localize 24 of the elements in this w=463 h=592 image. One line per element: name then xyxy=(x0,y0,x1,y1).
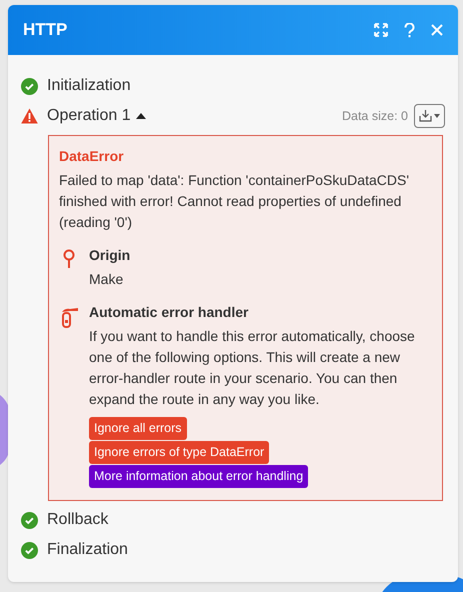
data-size-label: Data size: 0 xyxy=(342,108,408,125)
step-label: Initialization xyxy=(47,76,131,96)
close-icon[interactable] xyxy=(431,24,443,36)
section-title: Origin xyxy=(89,246,130,265)
fire-extinguisher-icon xyxy=(59,306,79,328)
step-label: Rollback xyxy=(47,510,108,530)
action-button[interactable]: Ignore all errors xyxy=(89,417,187,440)
step-label: Finalization xyxy=(47,540,128,560)
error-message: Failed to map 'data': Function 'containerPoSkuDataCDS' finished with error! Cannot read properties of undefined (reading '0') xyxy=(59,171,410,232)
download-button[interactable] xyxy=(414,104,445,128)
action-button[interactable]: More information about error handling xyxy=(89,465,308,488)
section-text: If you want to handle this error automatically, choose one of the following options. This will create a new error-handler route in your scenario. You can then expand the route in any way you like. xyxy=(89,327,416,409)
caret-icon xyxy=(434,114,440,118)
pin-icon xyxy=(62,249,76,269)
expand-icon[interactable] xyxy=(374,23,388,37)
action-button[interactable]: Ignore errors of type DataError xyxy=(89,441,270,464)
section-title: Automatic error handler xyxy=(89,303,250,322)
error-title: DataError xyxy=(59,147,125,166)
download-icon xyxy=(419,110,432,122)
help-icon[interactable] xyxy=(404,22,415,38)
window-title: HTTP xyxy=(23,19,68,42)
step-label[interactable]: Operation 1 xyxy=(47,104,131,128)
section-text: Make xyxy=(89,270,124,289)
caret-icon[interactable] xyxy=(136,113,146,119)
